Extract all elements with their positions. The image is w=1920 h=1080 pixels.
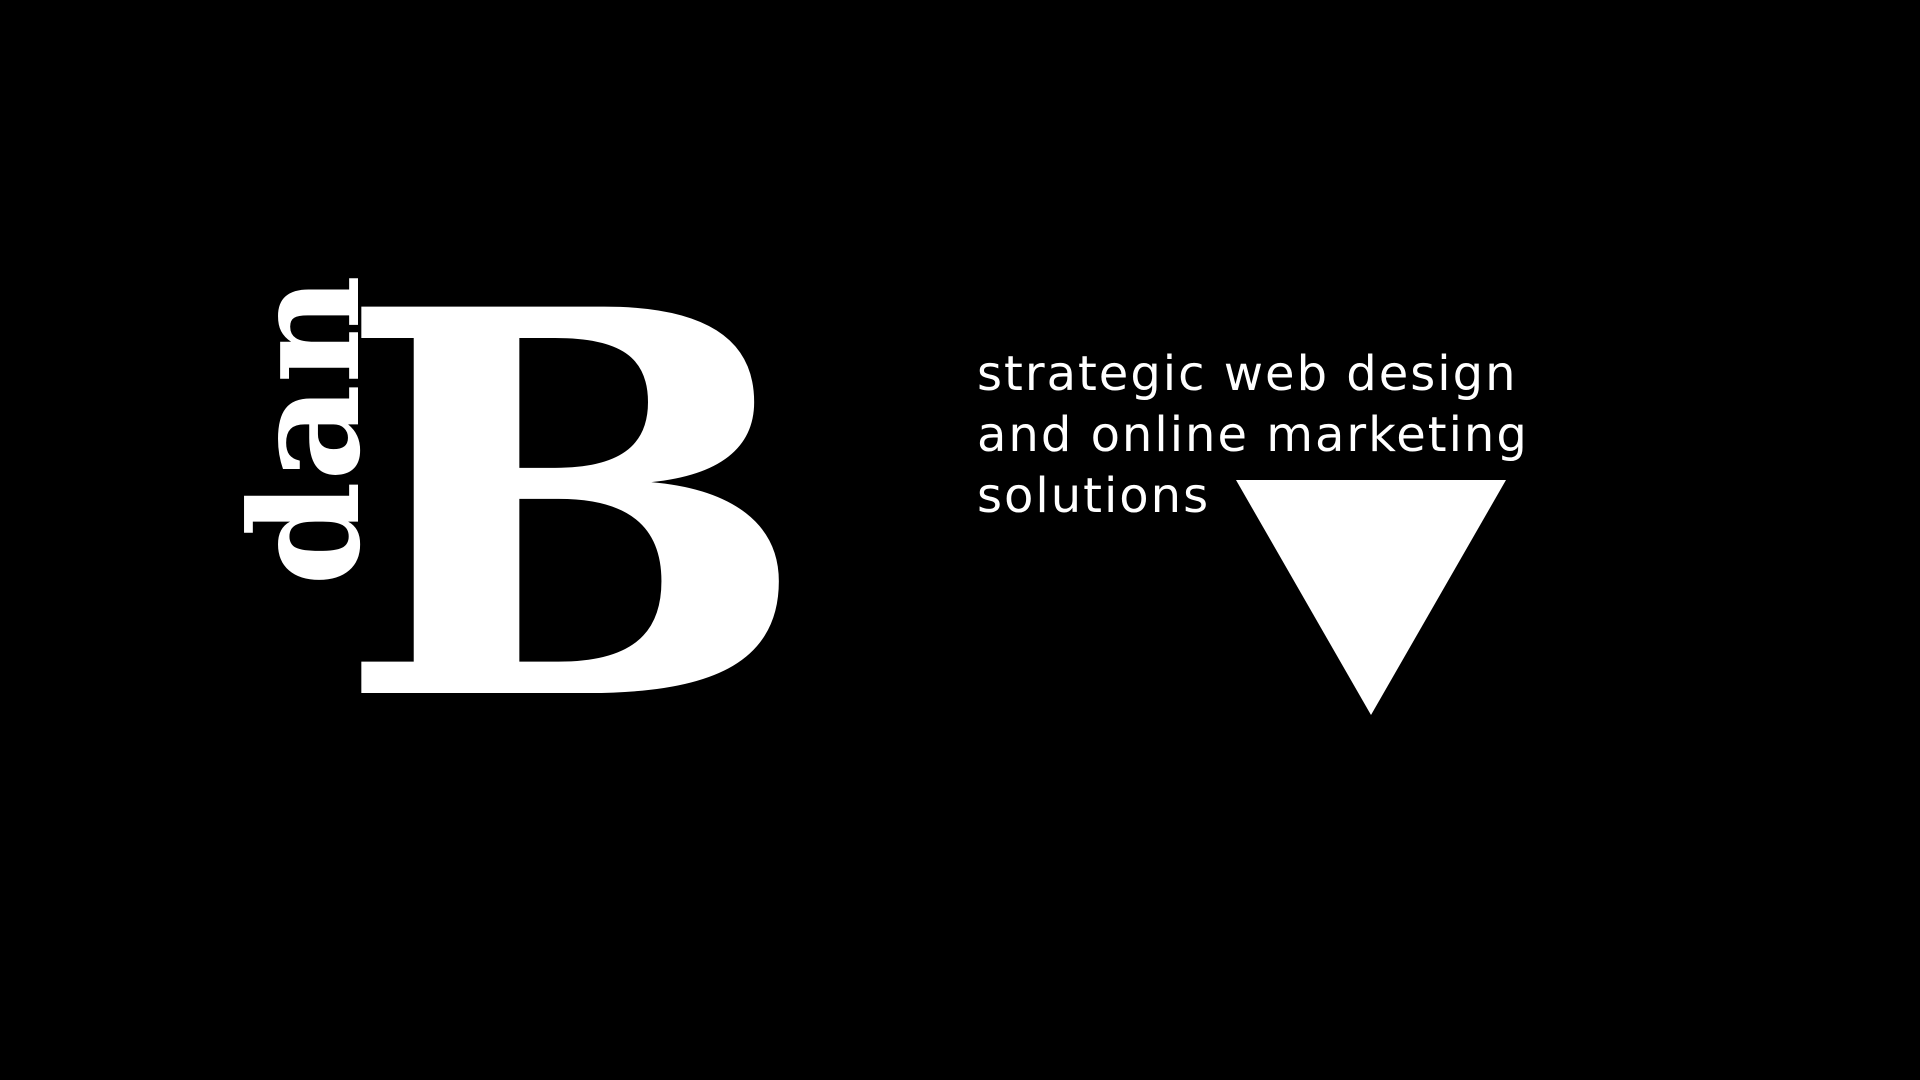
triangle-down-icon[interactable]	[1236, 480, 1506, 715]
tagline-line-1: strategic web design	[977, 346, 1518, 402]
hero-section: dan B strategic web design and online ma…	[0, 0, 1920, 1080]
triangle-down-shape	[1236, 480, 1506, 715]
logo[interactable]: dan B	[218, 242, 810, 772]
tagline-line-2: and online marketing	[977, 407, 1529, 463]
logo-big-letter: B	[335, 195, 810, 818]
